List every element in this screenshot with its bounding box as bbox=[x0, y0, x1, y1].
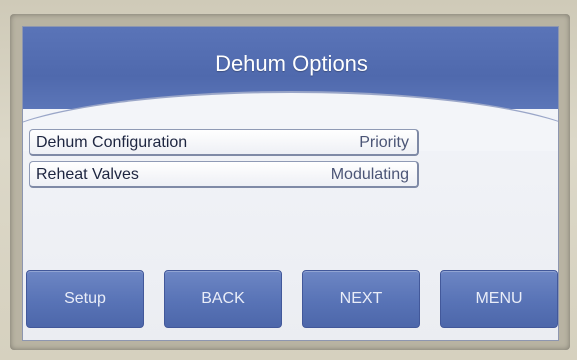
back-button[interactable]: BACK bbox=[164, 270, 282, 328]
setting-value: Modulating bbox=[330, 166, 409, 183]
setting-value: Priority bbox=[359, 134, 409, 151]
dehum-configuration-row[interactable]: Dehum Configuration Priority bbox=[29, 129, 419, 156]
menu-button[interactable]: MENU bbox=[440, 270, 558, 328]
reheat-valves-row[interactable]: Reheat Valves Modulating bbox=[29, 161, 419, 188]
page-title: Dehum Options bbox=[215, 51, 368, 76]
setting-label: Reheat Valves bbox=[36, 166, 139, 183]
touch-screen: Dehum Options Dehum Configuration Priori… bbox=[22, 26, 559, 341]
next-button[interactable]: NEXT bbox=[302, 270, 420, 328]
setting-label: Dehum Configuration bbox=[36, 134, 188, 151]
setup-button[interactable]: Setup bbox=[26, 270, 144, 328]
